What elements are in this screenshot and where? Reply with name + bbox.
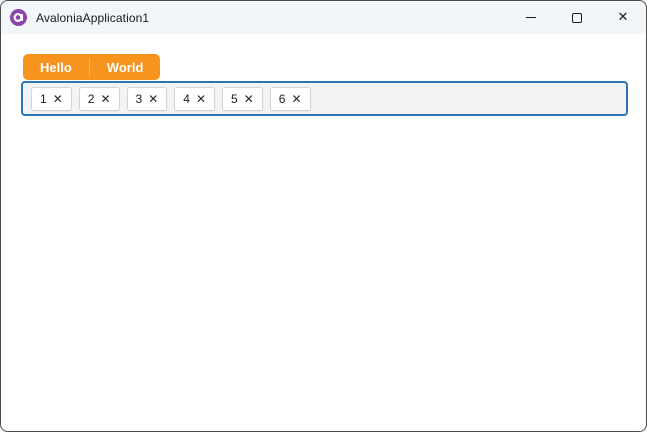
chip-remove-button[interactable]: ✕ (148, 93, 158, 105)
chip-remove-button[interactable]: ✕ (100, 93, 110, 105)
chip-6: 6 ✕ (269, 86, 311, 111)
button-world-label: World (106, 59, 144, 75)
minimize-button[interactable] (508, 1, 554, 34)
chip-remove-button[interactable]: ✕ (53, 93, 63, 105)
close-icon: ✕ (52, 91, 63, 106)
close-icon: ✕ (148, 91, 159, 106)
title-bar[interactable]: AvaloniaApplication1 ✕ (1, 1, 646, 34)
chip-5: 5 ✕ (222, 86, 263, 111)
close-button[interactable]: ✕ (600, 1, 646, 34)
avalonia-logo-icon (10, 9, 27, 26)
window-title: AvaloniaApplication1 (36, 10, 150, 25)
app-window: AvaloniaApplication1 ✕ Hello World 1 ✕ 2… (0, 0, 647, 432)
chip-1: 1 ✕ (31, 86, 72, 111)
chip-label: 3 (135, 91, 143, 106)
chip-label: 5 (231, 91, 238, 106)
maximize-icon (572, 12, 582, 23)
hello-world-split-button: Hello World (23, 54, 161, 80)
chip-4: 4 ✕ (174, 86, 215, 111)
close-icon: ✕ (291, 91, 302, 106)
button-world[interactable]: World (90, 54, 161, 80)
chip-3: 3 ✕ (126, 86, 168, 111)
chip-label: 4 (183, 91, 190, 106)
chip-label: 2 (87, 91, 95, 106)
chips-container[interactable]: 1 ✕ 2 ✕ 3 ✕ 4 ✕ 5 ✕ 6 ✕ (21, 81, 628, 116)
maximize-button[interactable] (554, 1, 600, 34)
close-icon: ✕ (100, 91, 111, 106)
minimize-icon (526, 17, 536, 18)
close-icon: ✕ (617, 10, 629, 25)
chip-remove-button[interactable]: ✕ (196, 93, 206, 105)
chip-label: 1 (40, 91, 47, 106)
close-icon: ✕ (195, 91, 206, 106)
chip-label: 6 (278, 91, 286, 106)
button-hello-label: Hello (40, 59, 72, 75)
caption-buttons: ✕ (508, 1, 646, 34)
button-hello[interactable]: Hello (23, 54, 89, 80)
chip-remove-button[interactable]: ✕ (291, 93, 301, 105)
chip-remove-button[interactable]: ✕ (244, 93, 254, 105)
close-icon: ✕ (243, 91, 254, 106)
chip-2: 2 ✕ (78, 86, 120, 111)
window-content: Hello World 1 ✕ 2 ✕ 3 ✕ 4 ✕ 5 ✕ 6 ✕ (1, 34, 646, 431)
